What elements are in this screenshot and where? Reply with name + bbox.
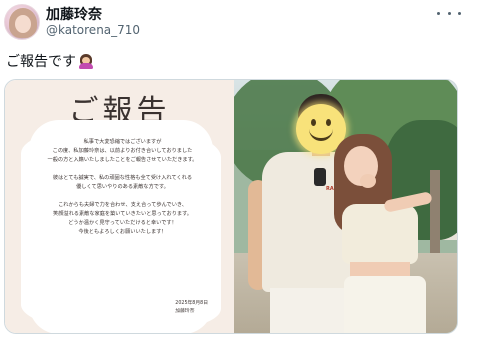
user-handle[interactable]: @katorena_710 [46,23,140,37]
letter-line: 一般の方と入籍いたしましたことをご報告させていただきます。 [47,157,198,163]
woman-skirt [344,276,426,333]
couple-photo[interactable]: RAGMA [234,80,457,333]
letter-line: どうか温かく見守っていただけると幸いです！ [68,220,177,226]
more-horizontal-icon[interactable] [437,6,461,20]
letter-line: 笑顔溢れる素敵な家庭を築いていきたいと思っております。 [53,211,192,217]
letter-line: 私事で大変恐縮ではございますが [83,139,162,145]
letter-line: 優しくて思いやりのある素敵な方です。 [76,184,169,190]
tweet-text: ご報告です [6,51,94,71]
avatar[interactable] [4,4,40,40]
woman-top [342,204,418,264]
display-name[interactable]: 加藤玲奈 [46,4,102,24]
sunglasses-icon [314,168,326,186]
letter-signature: 加藤玲奈 [175,309,195,314]
letter-line: この度、私加藤玲奈は、以前よりお付き合いしておりました [52,148,193,154]
letter-date: 2025年8月8日 [175,301,208,306]
letter-line: 彼はとても誠実で、私の頑固な性格も全て受け入れてくれる [52,175,193,181]
letter-line: 今後ともよろしくお願いいたします！ [78,229,167,235]
letter-signature-block: 2025年8月8日 加藤玲奈 [175,300,208,316]
letter-line: これからも夫婦で力を合わせ、支え合って歩んでいき、 [58,202,187,208]
media-grid: ご報告 私事で大変恐縮ではございますが この度、私加藤玲奈は、以前よりお付き合い… [4,79,458,334]
letter-body: 私事で大変恐縮ではございますが この度、私加藤玲奈は、以前よりお付き合いしており… [25,138,220,237]
tweet-text-body: ご報告です [6,54,76,70]
avatar-face [15,15,31,33]
announcement-letter-image[interactable]: ご報告 私事で大変恐縮ではございますが この度、私加藤玲奈は、以前よりお付き合い… [5,80,234,333]
woman-gesturing-emoji-icon [78,53,94,69]
woman-hand [360,174,376,188]
